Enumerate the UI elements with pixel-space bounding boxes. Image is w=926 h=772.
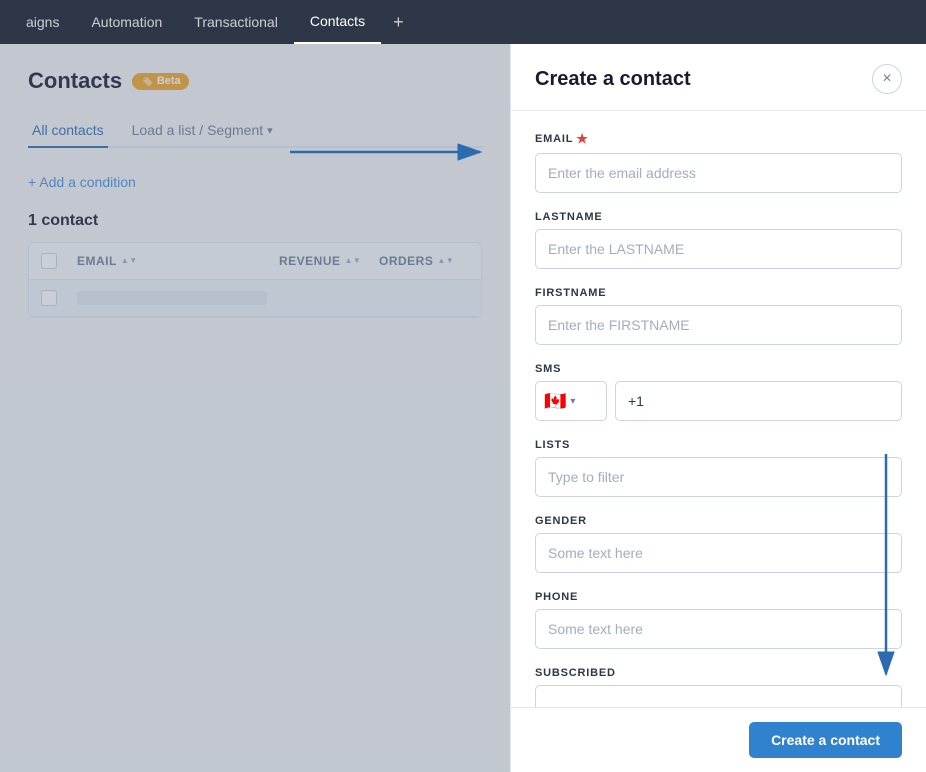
modal-overlay [0, 44, 510, 772]
create-contact-modal: Create a contact × EMAIL ★ LASTNAME [510, 44, 926, 772]
flag-icon-canada: 🇨🇦 [544, 391, 566, 412]
chevron-down-icon: ▾ [570, 396, 575, 407]
close-modal-button[interactable]: × [872, 64, 902, 94]
form-group-sms: SMS 🇨🇦 ▾ [535, 363, 902, 421]
label-sms: SMS [535, 363, 902, 375]
form-group-lastname: LASTNAME [535, 211, 902, 269]
nav-item-contacts[interactable]: Contacts [294, 0, 381, 44]
form-group-gender: GENDER [535, 515, 902, 573]
lastname-input[interactable] [535, 229, 902, 269]
email-input[interactable] [535, 153, 902, 193]
label-phone: PHONE [535, 591, 902, 603]
modal-title: Create a contact [535, 68, 691, 91]
form-group-subscribed: SUBSCRIBED [535, 667, 902, 707]
required-star-email: ★ [576, 131, 588, 147]
form-group-email: EMAIL ★ [535, 131, 902, 193]
modal-footer: Create a contact [511, 707, 926, 772]
country-selector[interactable]: 🇨🇦 ▾ [535, 381, 607, 421]
nav-add-button[interactable]: + [381, 12, 416, 33]
label-gender: GENDER [535, 515, 902, 527]
nav-item-campaigns[interactable]: aigns [10, 0, 75, 44]
form-group-firstname: FIRSTNAME [535, 287, 902, 345]
firstname-input[interactable] [535, 305, 902, 345]
label-firstname: FIRSTNAME [535, 287, 902, 299]
label-email: EMAIL ★ [535, 131, 902, 147]
lists-input[interactable] [535, 457, 902, 497]
nav-item-transactional[interactable]: Transactional [178, 0, 294, 44]
gender-input[interactable] [535, 533, 902, 573]
modal-header: Create a contact × [511, 44, 926, 111]
label-lastname: LASTNAME [535, 211, 902, 223]
label-lists: LISTS [535, 439, 902, 451]
form-group-phone: PHONE [535, 591, 902, 649]
modal-body: EMAIL ★ LASTNAME FIRSTNAME [511, 111, 926, 707]
form-group-lists: LISTS [535, 439, 902, 497]
nav-item-automation[interactable]: Automation [75, 0, 178, 44]
sms-input-row: 🇨🇦 ▾ [535, 381, 902, 421]
create-contact-button[interactable]: Create a contact [749, 722, 902, 758]
top-navigation: aigns Automation Transactional Contacts … [0, 0, 926, 44]
subscribed-input[interactable] [535, 685, 902, 707]
phone-input[interactable] [535, 609, 902, 649]
label-subscribed: SUBSCRIBED [535, 667, 902, 679]
sms-number-input[interactable] [615, 381, 902, 421]
